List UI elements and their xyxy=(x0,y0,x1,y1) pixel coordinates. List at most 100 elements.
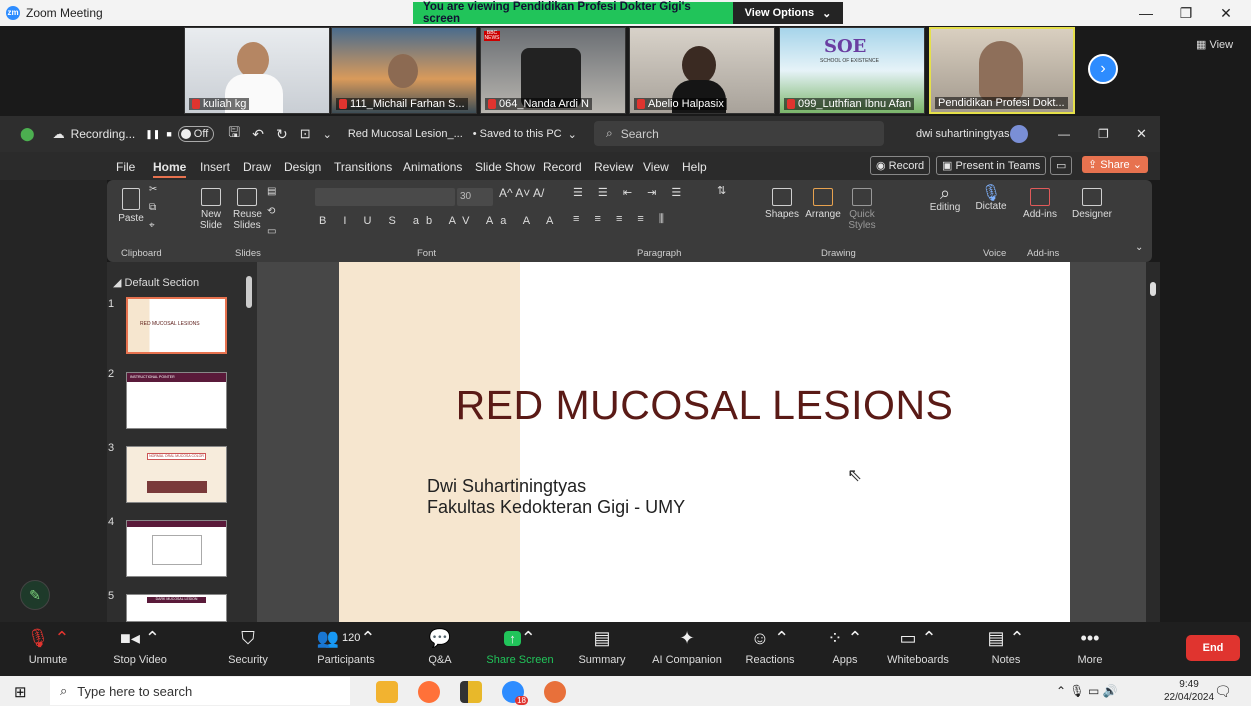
clock[interactable]: 9:49 22/04/2024 xyxy=(1164,678,1214,704)
ai-companion-button[interactable]: ✦ AI Companion xyxy=(642,626,732,667)
restore-icon[interactable]: ❐ xyxy=(1166,0,1206,26)
dictate-button[interactable]: 🎙 Dictate xyxy=(973,186,1009,213)
reactions-button[interactable]: ☺ ⌃ Reactions xyxy=(730,626,810,667)
view-options-button[interactable]: View Options ⌄ xyxy=(733,2,843,24)
save-icon[interactable]: 🖫 xyxy=(228,122,240,146)
windows-start-icon[interactable]: ⊞ xyxy=(14,683,27,701)
slide-canvas[interactable]: RED MUCOSAL LESIONS Dwi Suhartiningtyas … xyxy=(339,262,1070,622)
annotate-pen-icon[interactable]: ✎ xyxy=(20,580,50,610)
share-screen-button[interactable]: ↑ ⌃ Share Screen xyxy=(480,626,560,667)
tab-animations[interactable]: Animations xyxy=(403,160,462,174)
customize-icon[interactable]: ⌄ xyxy=(323,128,332,141)
shapes-button[interactable]: Shapes xyxy=(765,188,799,220)
search-input[interactable]: ⌕ Search xyxy=(594,121,884,146)
format-painter-icon[interactable]: ⌖ xyxy=(149,220,155,231)
present-in-teams-button[interactable]: ▣ Present in Teams xyxy=(936,156,1047,175)
slide-thumbnail-2[interactable]: INSTRUCTIONAL POINTER xyxy=(126,372,227,429)
next-page-icon[interactable]: › xyxy=(1088,54,1118,84)
slide-subtitle[interactable]: Dwi Suhartiningtyas Fakultas Kedokteran … xyxy=(427,476,685,518)
tab-view[interactable]: View xyxy=(643,160,669,174)
font-size-select[interactable]: 30 xyxy=(457,188,493,206)
app-icon[interactable] xyxy=(544,681,566,703)
video-tile[interactable]: 111_Michail Farhan S... xyxy=(331,27,477,114)
collapse-ribbon-icon[interactable]: ⌄ xyxy=(1135,242,1143,253)
editing-button[interactable]: ⌕ Editing xyxy=(927,184,963,213)
copy-icon[interactable]: ⧉ xyxy=(149,202,156,213)
sticky-notes-icon[interactable] xyxy=(460,681,482,703)
more-button[interactable]: ••• More xyxy=(1050,626,1130,667)
minimize-icon[interactable]: — xyxy=(1058,127,1070,141)
tab-record[interactable]: Record xyxy=(543,160,582,174)
stop-video-button[interactable]: ■◂ ⌃ Stop Video xyxy=(100,626,180,667)
slideshow-icon[interactable]: ⊡ xyxy=(300,126,311,142)
video-tile[interactable]: kuliah kg xyxy=(184,27,330,114)
record-button[interactable]: ◉ Record xyxy=(870,156,931,175)
font-grow-icon[interactable]: A^ A˅ A/ xyxy=(499,187,544,199)
comments-icon[interactable]: ▭ xyxy=(1050,156,1073,175)
slide-thumbnail-3[interactable]: NORMAL ORAL MUCOSA COLOR xyxy=(126,446,227,503)
taskbar-search-input[interactable]: ⌕ Type here to search xyxy=(50,677,350,705)
slide-scrollbar[interactable] xyxy=(1146,262,1160,622)
security-button[interactable]: ⛉ Security xyxy=(208,626,288,667)
notes-button[interactable]: ▤ ⌃ Notes xyxy=(966,626,1046,667)
slide-title[interactable]: RED MUCOSAL LESIONS xyxy=(339,382,1070,429)
align-icons[interactable]: ≡ ≡ ≡ ≡ ⫼ xyxy=(573,214,670,225)
section-icon[interactable]: ▭ xyxy=(267,226,276,237)
tab-file[interactable]: File xyxy=(116,160,135,174)
video-tile[interactable]: SOE SCHOOL OF EXISTENCE 099_Luthfian Ibn… xyxy=(779,27,925,114)
reset-icon[interactable]: ⟲ xyxy=(267,206,275,217)
cut-icon[interactable]: ✂ xyxy=(149,184,157,195)
share-button[interactable]: ⇪ Share ⌄ xyxy=(1082,156,1148,173)
tray-icons[interactable]: ⌃ 🎙 ▭ 🔊 xyxy=(1056,684,1118,698)
view-button[interactable]: ▦ View xyxy=(1196,38,1233,51)
paste-button[interactable]: Paste xyxy=(117,188,145,224)
arrange-button[interactable]: Arrange xyxy=(804,188,842,220)
file-explorer-icon[interactable] xyxy=(376,681,398,703)
tab-insert[interactable]: Insert xyxy=(200,160,230,174)
close-icon[interactable]: ✕ xyxy=(1206,0,1246,26)
font-format-icons[interactable]: B I U S ab AV Aa A A xyxy=(319,216,560,227)
minimize-icon[interactable]: — xyxy=(1126,0,1166,26)
list-icons[interactable]: ☰ ☰ ⇤ ⇥ ☰ xyxy=(573,188,687,199)
apps-button[interactable]: ⁘ ⌃ Apps xyxy=(805,626,885,667)
panel-scrollbar[interactable] xyxy=(246,276,252,308)
quick-styles-button[interactable]: Quick Styles xyxy=(845,188,879,231)
tab-slide-show[interactable]: Slide Show xyxy=(475,160,535,174)
unmute-button[interactable]: 🎙 ⌃ Unmute xyxy=(8,626,88,667)
tab-home[interactable]: Home xyxy=(153,160,187,178)
slide-thumbnail-1[interactable]: RED MUCOSAL LESIONS xyxy=(126,297,227,354)
pause-icon[interactable]: ❚❚ xyxy=(145,129,160,140)
section-header[interactable]: ◢ Default Section xyxy=(113,276,199,289)
video-tile-active-speaker[interactable]: Pendidikan Profesi Dokt... xyxy=(929,27,1075,114)
end-meeting-button[interactable]: End xyxy=(1186,635,1240,661)
participants-button[interactable]: 👥 120 ⌃ Participants xyxy=(306,626,386,667)
saved-status[interactable]: • Saved to this PC xyxy=(473,128,562,140)
tab-design[interactable]: Design xyxy=(284,160,321,174)
autosave-toggle[interactable]: Off xyxy=(177,126,215,142)
tab-review[interactable]: Review xyxy=(594,160,633,174)
undo-icon[interactable]: ↶ xyxy=(252,126,264,143)
add-ins-button[interactable]: Add-ins xyxy=(1021,188,1059,220)
new-slide-button[interactable]: New Slide xyxy=(197,188,225,231)
scroll-thumb[interactable] xyxy=(1150,282,1156,296)
summary-button[interactable]: ▤ Summary xyxy=(562,626,642,667)
firefox-icon[interactable] xyxy=(418,681,440,703)
zoom-app-icon[interactable]: 18 xyxy=(502,681,528,705)
video-tile[interactable]: BBC NEWS 064_Nanda Ardi N xyxy=(480,27,626,114)
layout-icon[interactable]: ▤ xyxy=(267,186,276,197)
redo-icon[interactable]: ↻ xyxy=(276,126,288,143)
notification-icon[interactable]: 🗨 xyxy=(1214,683,1232,700)
user-avatar[interactable] xyxy=(1010,125,1028,143)
tab-draw[interactable]: Draw xyxy=(243,160,271,174)
slide-thumbnail-5[interactable]: DARK MUCOSAL LESION xyxy=(126,594,227,622)
user-name[interactable]: dwi suhartiningtyas xyxy=(916,128,1010,140)
qa-button[interactable]: 💬 Q&A xyxy=(400,626,480,667)
tab-help[interactable]: Help xyxy=(682,160,707,174)
close-icon[interactable]: ✕ xyxy=(1136,126,1147,142)
whiteboards-button[interactable]: ▭ ⌃ Whiteboards xyxy=(878,626,958,667)
text-direction-icon[interactable]: ⇅ xyxy=(717,186,726,197)
stop-icon[interactable]: ■ xyxy=(166,129,171,139)
recording-label[interactable]: Recording... xyxy=(71,127,136,141)
font-name-select[interactable] xyxy=(315,188,455,206)
slide-thumbnail-4[interactable] xyxy=(126,520,227,577)
